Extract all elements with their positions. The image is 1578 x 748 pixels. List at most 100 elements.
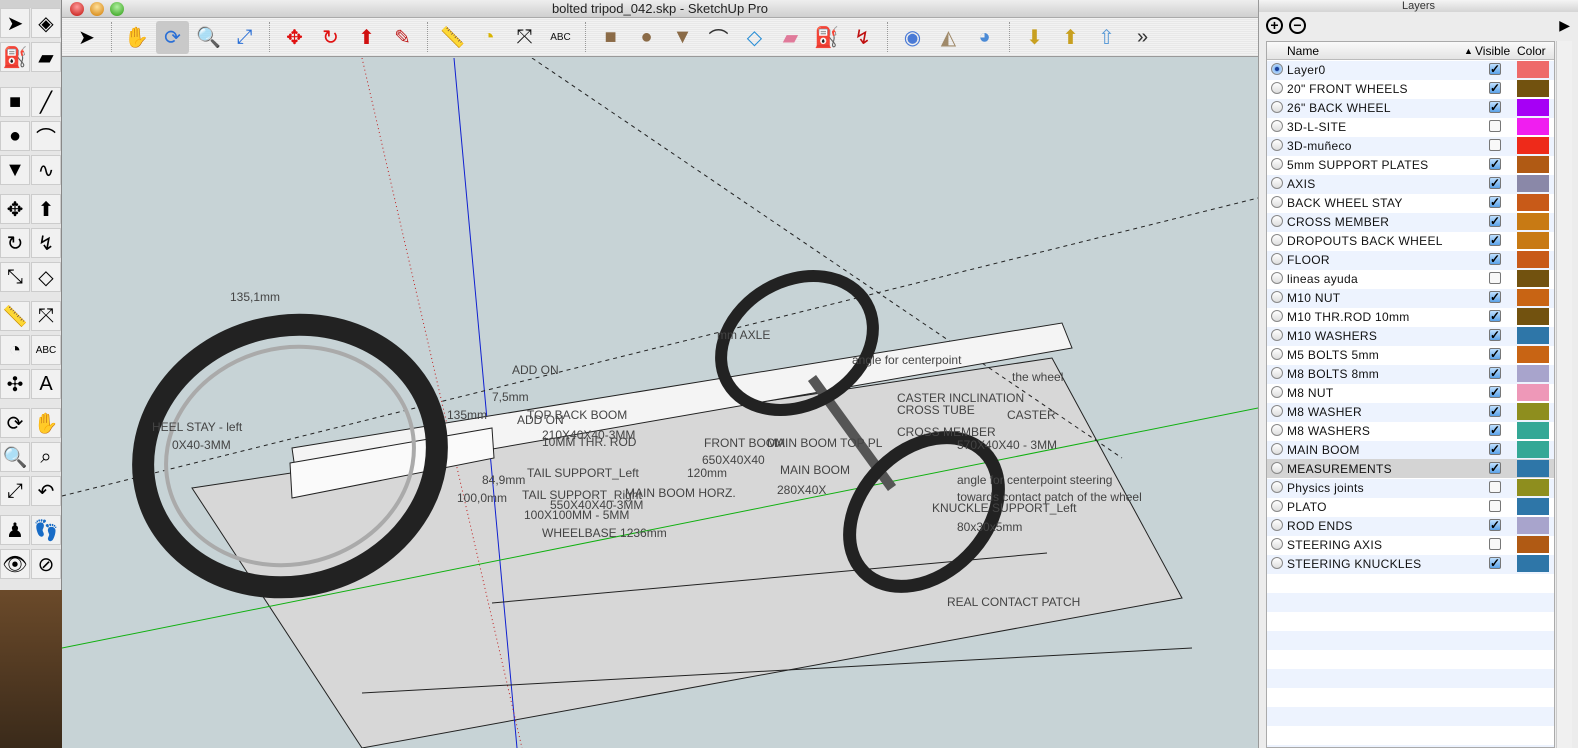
layer-row[interactable]: MAIN BOOM ✓ xyxy=(1267,440,1554,459)
delete-layer-button[interactable]: − xyxy=(1289,17,1306,34)
layer-row[interactable]: DROPOUTS BACK WHEEL ✓ xyxy=(1267,231,1554,250)
layer-name[interactable]: 3D-muñeco xyxy=(1287,139,1352,153)
layer-name[interactable]: MEASUREMENTS xyxy=(1287,462,1392,476)
active-layer-radio[interactable] xyxy=(1271,63,1283,75)
layer-row[interactable]: CROSS MEMBER ✓ xyxy=(1267,212,1554,231)
look-around-tool-button[interactable]: 👁 xyxy=(0,549,30,579)
previous-tool-button[interactable]: ↶ xyxy=(31,476,61,506)
layer-name[interactable]: 26" BACK WHEEL xyxy=(1287,101,1391,115)
layer-visible-checkbox[interactable]: ✓ xyxy=(1489,557,1501,569)
eraser-button[interactable]: ▰ xyxy=(774,21,807,54)
layer-name[interactable]: Layer0 xyxy=(1287,63,1326,77)
layer-color-swatch[interactable] xyxy=(1517,156,1549,173)
circle-tool-button[interactable]: ● xyxy=(0,121,30,151)
layer-color-swatch[interactable] xyxy=(1517,270,1549,287)
active-layer-radio[interactable] xyxy=(1271,519,1283,531)
tape-measure-tool-button[interactable]: 📏 xyxy=(0,301,30,331)
dimension-label[interactable]: 135,1mm xyxy=(230,290,280,304)
dimension-label[interactable]: 120mm xyxy=(687,466,727,480)
rotate-tool-button[interactable]: ↻ xyxy=(0,228,30,258)
layer-name[interactable]: M10 NUT xyxy=(1287,291,1340,305)
protractor-button[interactable]: ◔ xyxy=(472,21,505,54)
rectangle-tool-button[interactable]: ■ xyxy=(0,87,30,117)
pan-button[interactable]: ✋ xyxy=(120,21,153,54)
add-layer-button[interactable]: + xyxy=(1266,17,1283,34)
polygon-button[interactable]: ▼ xyxy=(666,21,699,54)
dimension-label[interactable]: 280X40X xyxy=(777,483,826,497)
layer-name[interactable]: BACK WHEEL STAY xyxy=(1287,196,1403,210)
active-layer-radio[interactable] xyxy=(1271,348,1283,360)
dimension-label[interactable]: 10MM THR. ROD xyxy=(542,435,636,449)
make-component-tool-button[interactable]: ◈ xyxy=(31,8,61,38)
layers-scrollbar[interactable] xyxy=(1556,41,1572,748)
dimension-label[interactable]: 550X40X40-3MM xyxy=(550,498,643,512)
text-button[interactable]: ABC xyxy=(544,21,577,54)
zoom-extents-button[interactable]: ⤢ xyxy=(228,21,261,54)
layer-name[interactable]: M10 THR.ROD 10mm xyxy=(1287,310,1410,324)
dimension-label[interactable]: 650X40X40 xyxy=(702,453,765,467)
layer-row[interactable]: STEERING KNUCKLES ✓ xyxy=(1267,554,1554,573)
zoom-tool-button[interactable]: 🔍 xyxy=(0,442,30,472)
dimension-label[interactable]: 135mm xyxy=(447,408,487,422)
dimension-label[interactable]: 7,5mm xyxy=(492,390,529,404)
layer-visible-checkbox[interactable]: ✓ xyxy=(1489,519,1501,531)
protractor-tool-button[interactable]: ◔ xyxy=(0,335,30,365)
circle-button[interactable]: ● xyxy=(630,21,663,54)
layer-row[interactable]: FLOOR ✓ xyxy=(1267,250,1554,269)
dimension-label[interactable]: 100,0mm xyxy=(457,491,507,505)
layer-row[interactable]: M8 BOLTS 8mm ✓ xyxy=(1267,364,1554,383)
layer-name[interactable]: ROD ENDS xyxy=(1287,519,1353,533)
layer-name[interactable]: 3D-L-SITE xyxy=(1287,120,1346,134)
layer-visible-checkbox[interactable]: ✓ xyxy=(1489,443,1501,455)
arc-tool-button[interactable]: ⌒ xyxy=(31,121,61,151)
export-to-earth-button[interactable]: ⬆ xyxy=(1054,21,1087,54)
active-layer-radio[interactable] xyxy=(1271,215,1283,227)
layer-visible-checkbox[interactable]: ✓ xyxy=(1489,158,1501,170)
layer-visible-checkbox[interactable]: ✓ xyxy=(1489,405,1501,417)
layer-visible-checkbox[interactable]: ✓ xyxy=(1489,329,1501,341)
layer-color-swatch[interactable] xyxy=(1517,289,1549,306)
section-plane-tool-button[interactable]: ⊘ xyxy=(31,549,61,579)
move-tool-button[interactable]: ✥ xyxy=(0,194,30,224)
layer-visible-checkbox[interactable] xyxy=(1489,538,1501,550)
active-layer-radio[interactable] xyxy=(1271,101,1283,113)
active-layer-radio[interactable] xyxy=(1271,196,1283,208)
offset-button[interactable]: ◇ xyxy=(738,21,771,54)
layer-visible-checkbox[interactable]: ✓ xyxy=(1489,196,1501,208)
layer-color-swatch[interactable] xyxy=(1517,213,1549,230)
layer-color-swatch[interactable] xyxy=(1517,536,1549,553)
layer-name[interactable]: M8 WASHER xyxy=(1287,405,1362,419)
pan-tool-button[interactable]: ✋ xyxy=(31,408,61,438)
select-tool-button[interactable]: ➤ xyxy=(0,8,30,38)
layer-visible-checkbox[interactable]: ✓ xyxy=(1489,177,1501,189)
layer-row[interactable]: PLATO xyxy=(1267,497,1554,516)
layer-visible-checkbox[interactable]: ✓ xyxy=(1489,82,1501,94)
layer-name[interactable]: CROSS MEMBER xyxy=(1287,215,1389,229)
dimension-label[interactable]: ADD ON xyxy=(517,413,564,427)
layer-row[interactable]: M5 BOLTS 5mm ✓ xyxy=(1267,345,1554,364)
push-pull-button[interactable]: ⬆ xyxy=(350,21,383,54)
layer-name[interactable]: AXIS xyxy=(1287,177,1316,191)
active-layer-radio[interactable] xyxy=(1271,82,1283,94)
active-layer-radio[interactable] xyxy=(1271,481,1283,493)
layer-color-swatch[interactable] xyxy=(1517,460,1549,477)
layer-row[interactable]: Layer0 ✓ xyxy=(1267,60,1554,79)
layer-visible-checkbox[interactable]: ✓ xyxy=(1489,348,1501,360)
layer-name[interactable]: lineas ayuda xyxy=(1287,272,1358,286)
layer-row[interactable]: M8 WASHERS ✓ xyxy=(1267,421,1554,440)
axes-tool-button[interactable]: ✣ xyxy=(0,369,30,399)
column-visible[interactable]: Visible xyxy=(1475,44,1510,58)
layer-name[interactable]: M5 BOLTS 5mm xyxy=(1287,348,1379,362)
layer-row[interactable]: lineas ayuda xyxy=(1267,269,1554,288)
layer-color-swatch[interactable] xyxy=(1517,175,1549,192)
dimension-label[interactable]: 80x30x5mm xyxy=(957,520,1022,534)
layer-row[interactable]: M10 THR.ROD 10mm ✓ xyxy=(1267,307,1554,326)
get-models-button[interactable]: ◉ xyxy=(896,21,929,54)
dimension-label[interactable]: angle for centerpoint xyxy=(852,353,961,367)
active-layer-radio[interactable] xyxy=(1271,120,1283,132)
active-layer-radio[interactable] xyxy=(1271,158,1283,170)
dimension-button[interactable]: ⤧ xyxy=(508,21,541,54)
layer-row[interactable]: 3D-L-SITE xyxy=(1267,117,1554,136)
get-photo-texture-button[interactable]: ⬇ xyxy=(1018,21,1051,54)
active-layer-radio[interactable] xyxy=(1271,367,1283,379)
